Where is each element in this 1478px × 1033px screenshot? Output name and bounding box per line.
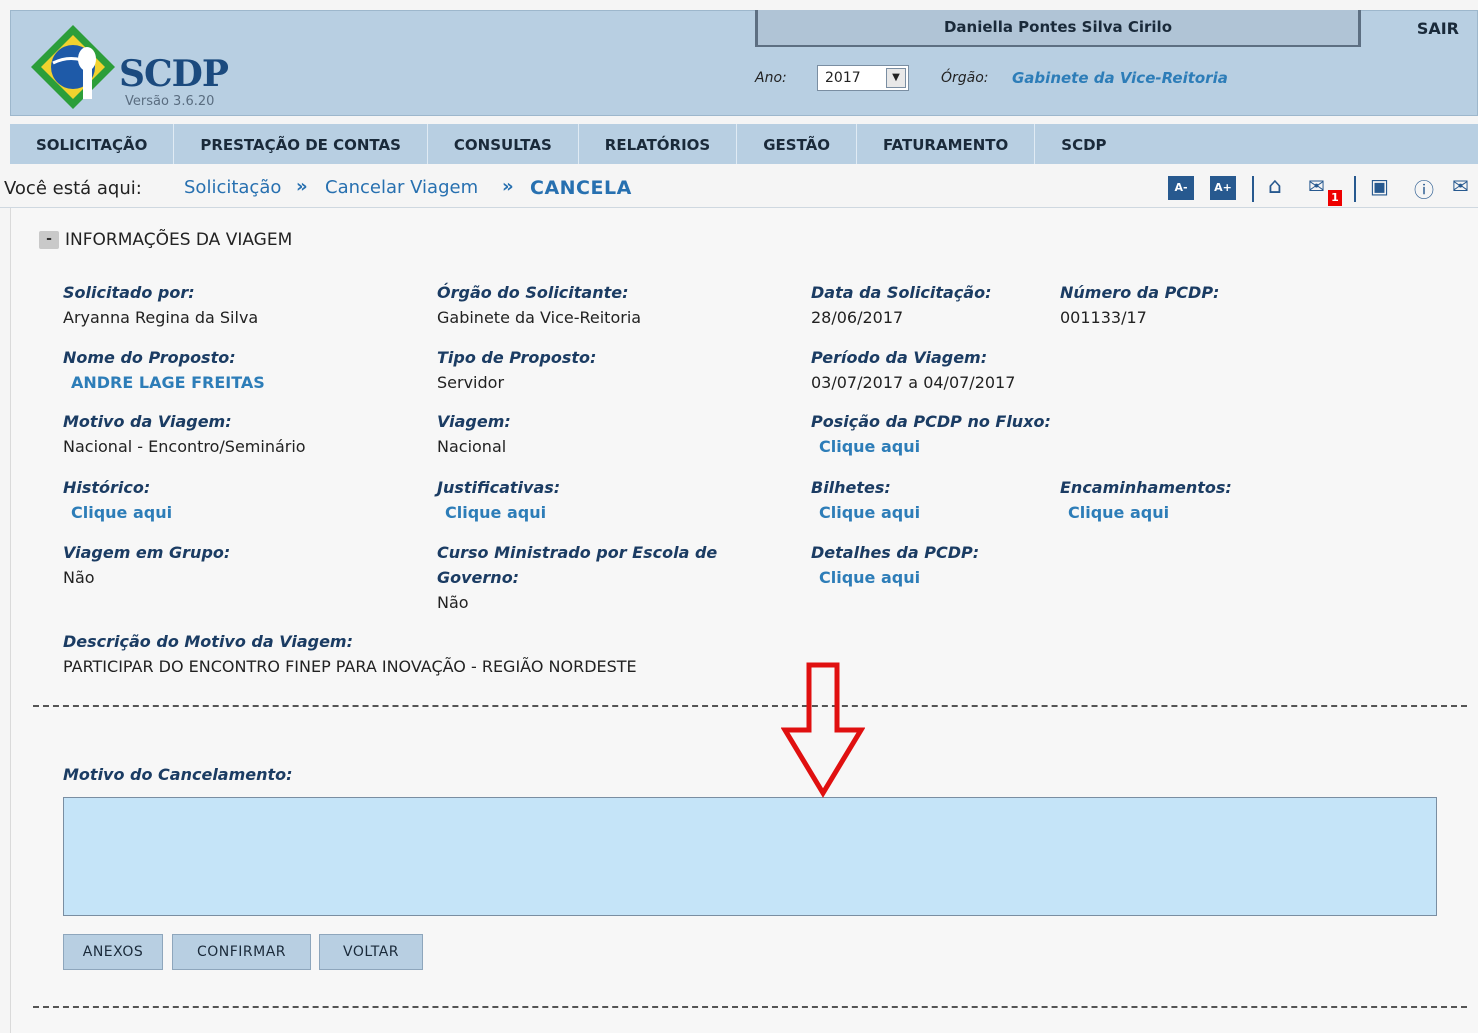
organ-label: Órgão: [941,70,989,86]
field-tipo-proposto: Tipo de Proposto: Servidor [437,348,597,392]
field-numero-pcdp: Número da PCDP: 001133/17 [1060,283,1220,327]
voltar-button[interactable]: VOLTAR [319,934,423,970]
cancel-reason-label: Motivo do Cancelamento: [63,765,293,784]
field-periodo-viagem: Período da Viagem: 03/07/2017 a 04/07/20… [811,348,1016,392]
font-decrease-button[interactable]: A- [1168,176,1194,200]
posicao-fluxo-link[interactable]: Clique aqui [811,434,1051,459]
font-increase-button[interactable]: A+ [1210,176,1236,200]
encaminhamentos-link[interactable]: Clique aqui [1060,500,1232,525]
menu-solicitacao[interactable]: SOLICITAÇÃO [10,124,175,164]
year-select[interactable]: 2017 ▼ [817,65,909,91]
logout-button[interactable]: SAIR [1417,19,1459,38]
field-posicao-fluxo: Posição da PCDP no Fluxo: Clique aqui [811,409,1051,459]
field-bilhetes: Bilhetes: Clique aqui [811,475,920,525]
section-title: INFORMAÇÕES DA VIAGEM [65,230,293,250]
year-value: 2017 [825,70,861,86]
travel-info-panel: - INFORMAÇÕES DA VIAGEM Solicitado por: … [10,208,1478,1033]
field-justificativas: Justificativas: Clique aqui [437,475,560,525]
breadcrumb: Você está aqui: Solicitação » Cancelar V… [0,172,1478,208]
double-chevron-right-icon: » [296,176,308,197]
field-curso-ministrado: Curso Ministrado por Escola de Governo: … [437,543,718,612]
breadcrumb-current: CANCELA [530,177,632,199]
field-viagem: Viagem: Nacional [437,412,511,456]
version-label: Versão 3.6.20 [125,94,215,109]
breadcrumb-cancelar-viagem[interactable]: Cancelar Viagem [325,177,478,198]
brazil-flag-logo-icon [31,25,115,109]
field-solicitado-por: Solicitado por: Aryanna Regina da Silva [63,283,259,327]
confirmar-button[interactable]: CONFIRMAR [172,934,311,970]
historico-link[interactable]: Clique aqui [63,500,172,525]
menu-consultas[interactable]: CONSULTAS [428,124,579,164]
justificativas-link[interactable]: Clique aqui [437,500,560,525]
menu-relatorios[interactable]: RELATÓRIOS [579,124,738,164]
cancel-reason-input[interactable] [63,797,1437,916]
breadcrumb-solicitacao[interactable]: Solicitação [184,177,281,198]
menu-faturamento[interactable]: FATURAMENTO [857,124,1036,164]
home-icon[interactable]: ⌂ [1268,174,1282,199]
collapse-toggle-icon[interactable]: - [39,231,59,249]
field-descricao-motivo: Descrição do Motivo da Viagem: PARTICIPA… [63,632,637,676]
field-orgao-solicitante: Órgão do Solicitante: Gabinete da Vice-R… [437,283,642,327]
field-historico: Histórico: Clique aqui [63,475,172,525]
app-header: SCDP Versão 3.6.20 Daniella Pontes Silva… [10,10,1478,116]
main-menu: SOLICITAÇÃO PRESTAÇÃO DE CONTAS CONSULTA… [10,124,1478,164]
scdp-logo[interactable]: SCDP Versão 3.6.20 [29,19,249,109]
proposto-link[interactable]: ANDRE LAGE FREITAS [63,370,265,395]
field-motivo-viagem: Motivo da Viagem: Nacional - Encontro/Se… [63,412,306,456]
menu-scdp[interactable]: SCDP [1035,124,1132,164]
field-viagem-grupo: Viagem em Grupo: Não [63,543,231,587]
field-encaminhamentos: Encaminhamentos: Clique aqui [1060,475,1232,525]
video-icon[interactable]: ▣ [1370,174,1389,198]
double-chevron-right-icon: » [502,176,514,197]
menu-prestacao-de-contas[interactable]: PRESTAÇÃO DE CONTAS [174,124,428,164]
section-divider [33,705,1467,707]
menu-gestao[interactable]: GESTÃO [737,124,858,164]
chevron-down-icon[interactable]: ▼ [886,68,906,88]
help-icon[interactable]: ⓘ [1414,174,1434,203]
field-nome-proposto: Nome do Proposto: ANDRE LAGE FREITAS [63,345,265,395]
toolbar-divider [1252,176,1254,202]
anexos-button[interactable]: ANEXOS [63,934,163,970]
detalhes-pcdp-link[interactable]: Clique aqui [811,565,979,590]
user-name: Daniella Pontes Silva Cirilo [755,10,1361,47]
message-count-badge: 1 [1328,190,1342,206]
section-divider [33,1006,1467,1008]
message-icon[interactable]: ✉ [1308,174,1325,198]
toolbar-divider [1354,176,1356,202]
mail-icon[interactable]: ✉ [1452,174,1469,198]
breadcrumb-label: Você está aqui: [4,178,142,199]
year-label: Ano: [755,70,787,86]
field-detalhes-pcdp: Detalhes da PCDP: Clique aqui [811,540,979,590]
organ-link[interactable]: Gabinete da Vice-Reitoria [1012,69,1228,87]
bilhetes-link[interactable]: Clique aqui [811,500,920,525]
annotation-arrow-down-icon [781,662,865,798]
logo-title: SCDP [119,53,229,95]
field-data-solicitacao: Data da Solicitação: 28/06/2017 [811,283,992,327]
